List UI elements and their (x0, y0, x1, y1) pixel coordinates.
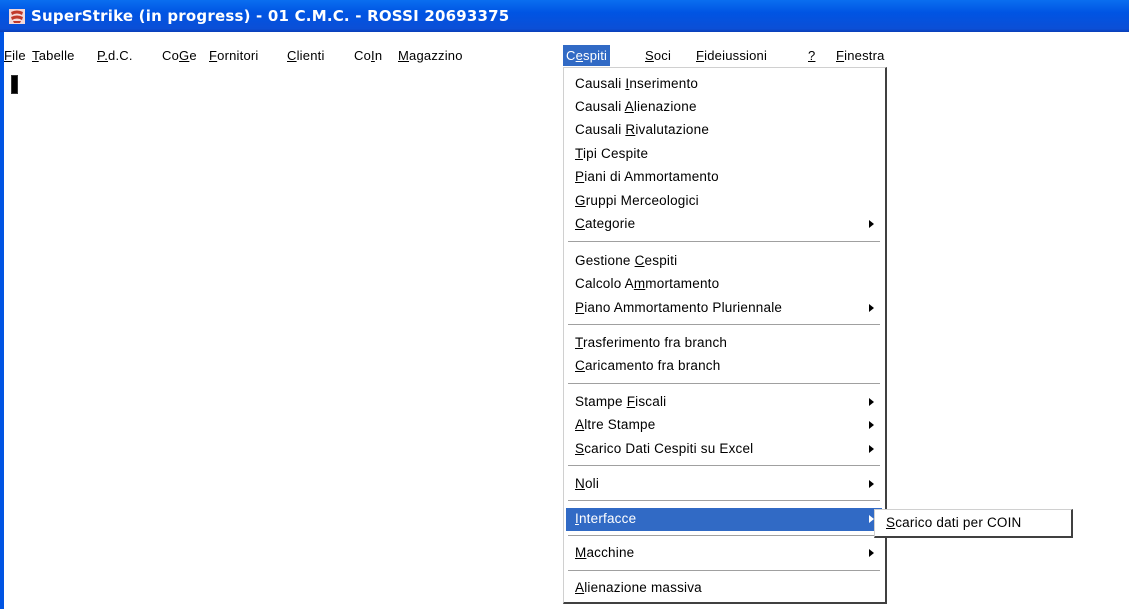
menu-item-macchine[interactable]: Macchine (566, 542, 882, 565)
menu-item-label: Calcolo Ammortamento (575, 276, 720, 291)
text-cursor (11, 75, 18, 94)
submenu-arrow-icon (869, 304, 874, 312)
menu-magazzino[interactable]: Magazzino (398, 46, 463, 65)
cespiti-dropdown-menu: Causali Inserimento Causali Alienazione … (563, 67, 887, 604)
menu-item-label: Interfacce (575, 511, 637, 526)
window-frame-border (0, 32, 4, 609)
menu-item-alienazione-massiva[interactable]: Alienazione massiva (566, 577, 882, 600)
menu-separator (568, 383, 880, 385)
submenu-arrow-icon (869, 480, 874, 488)
menu-item-label: Trasferimento fra branch (575, 335, 728, 350)
menu-file[interactable]: File (4, 46, 26, 65)
menu-item-altre-stampe[interactable]: Altre Stampe (566, 414, 882, 437)
menu-item-label: Caricamento fra branch (575, 358, 721, 373)
menu-item-interfacce[interactable]: Interfacce (566, 508, 882, 531)
submenu-arrow-icon (869, 549, 874, 557)
menu-separator (568, 241, 880, 243)
menu-item-piano-ammortamento-pluriennale[interactable]: Piano Ammortamento Pluriennale (566, 297, 882, 320)
menu-item-label: Macchine (575, 545, 635, 560)
menu-coin[interactable]: CoIn (354, 46, 382, 65)
menu-separator (568, 324, 880, 326)
menu-item-trasferimento-fra-branch[interactable]: Trasferimento fra branch (566, 332, 882, 355)
menu-item-causali-inserimento[interactable]: Causali Inserimento (566, 73, 882, 96)
menu-help[interactable]: ? (808, 46, 815, 65)
menu-pdc[interactable]: P.d.C. (97, 46, 133, 65)
window-title: SuperStrike (in progress) - 01 C.M.C. - … (31, 7, 510, 25)
submenu-arrow-icon (869, 445, 874, 453)
menu-finestra[interactable]: Finestra (836, 46, 885, 65)
submenu-arrow-icon (869, 398, 874, 406)
menu-separator (568, 465, 880, 467)
menu-item-label: Scarico Dati Cespiti su Excel (575, 441, 754, 456)
menu-item-scarico-dati-coin[interactable]: Scarico dati per COIN (886, 515, 1022, 530)
menu-item-label: Piano Ammortamento Pluriennale (575, 300, 783, 315)
menu-tabelle[interactable]: Tabelle (32, 46, 75, 65)
menu-fideiussioni[interactable]: Fideiussioni (696, 46, 767, 65)
menu-item-noli[interactable]: Noli (566, 473, 882, 496)
menu-item-causali-alienazione[interactable]: Causali Alienazione (566, 96, 882, 119)
app-icon[interactable] (9, 9, 25, 24)
title-bar[interactable]: SuperStrike (in progress) - 01 C.M.C. - … (0, 0, 1129, 32)
menu-separator (568, 535, 880, 537)
menu-bar: File Tabelle P.d.C. CoGe Fornitori Clien… (4, 44, 1129, 67)
menu-soci[interactable]: Soci (645, 46, 671, 65)
menu-item-gestione-cespiti[interactable]: Gestione Cespiti (566, 250, 882, 273)
menu-cespiti[interactable]: Cespiti (563, 45, 611, 66)
menu-item-label: Tipi Cespite (575, 146, 649, 161)
application-window: SuperStrike (in progress) - 01 C.M.C. - … (0, 0, 1129, 609)
menu-item-piani-ammortamento[interactable]: Piani di Ammortamento (566, 166, 882, 189)
menu-item-caricamento-fra-branch[interactable]: Caricamento fra branch (566, 355, 882, 378)
menu-item-tipi-cespite[interactable]: Tipi Cespite (566, 143, 882, 166)
menu-item-gruppi-merceologici[interactable]: Gruppi Merceologici (566, 190, 882, 213)
menu-separator (568, 500, 880, 502)
menu-item-label: Causali Inserimento (575, 76, 699, 91)
menu-item-causali-rivalutazione[interactable]: Causali Rivalutazione (566, 119, 882, 142)
menu-item-label: Categorie (575, 216, 636, 231)
menu-item-label: Alienazione massiva (575, 580, 702, 595)
menu-item-label: Noli (575, 476, 600, 491)
menu-item-label: Causali Rivalutazione (575, 122, 710, 137)
menu-separator (568, 570, 880, 572)
menu-item-label: Stampe Fiscali (575, 394, 667, 409)
menu-item-label: Gruppi Merceologici (575, 193, 699, 208)
menu-item-label: Gestione Cespiti (575, 253, 678, 268)
interfacce-submenu: Scarico dati per COIN (874, 509, 1073, 538)
submenu-arrow-icon (869, 220, 874, 228)
menu-item-label: Causali Alienazione (575, 99, 697, 114)
menu-fornitori[interactable]: Fornitori (209, 46, 259, 65)
menu-item-scarico-dati-excel[interactable]: Scarico Dati Cespiti su Excel (566, 438, 882, 461)
menu-item-stampe-fiscali[interactable]: Stampe Fiscali (566, 391, 882, 414)
submenu-arrow-icon (869, 421, 874, 429)
menu-item-label: Altre Stampe (575, 417, 656, 432)
menu-item-calcolo-ammortamento[interactable]: Calcolo Ammortamento (566, 273, 882, 296)
menu-coge[interactable]: CoGe (162, 46, 197, 65)
menu-clienti[interactable]: Clienti (287, 46, 325, 65)
menu-item-categorie[interactable]: Categorie (566, 213, 882, 236)
menu-item-label: Piani di Ammortamento (575, 169, 719, 184)
